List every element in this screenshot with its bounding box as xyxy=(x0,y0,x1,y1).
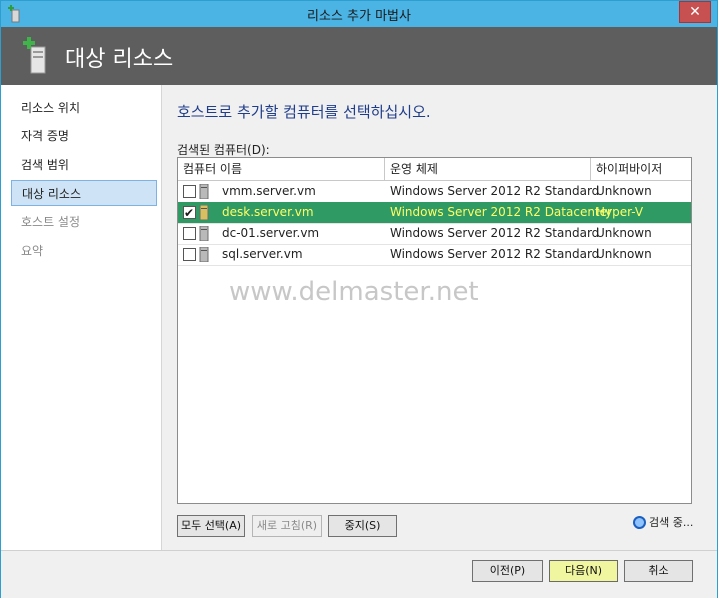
close-icon: ✕ xyxy=(689,4,701,20)
computer-name: dc-01.server.vm xyxy=(222,226,320,240)
step-discovery-scope[interactable]: 검색 범위 xyxy=(11,152,157,178)
column-computer-name[interactable]: 컴퓨터 이름 xyxy=(178,158,385,180)
operating-system: Windows Server 2012 R2 Datacenter xyxy=(390,205,612,219)
hypervisor: Unknown xyxy=(596,226,652,240)
page-title: 대상 리소스 xyxy=(65,47,174,72)
previous-button[interactable]: 이전(P) xyxy=(472,560,543,582)
close-button[interactable]: ✕ xyxy=(679,1,711,23)
instruction-text: 호스트로 추가할 컴퓨터를 선택하십시오. xyxy=(177,103,431,121)
operating-system: Windows Server 2012 R2 Standard xyxy=(390,226,600,240)
row-checkbox[interactable] xyxy=(183,227,196,240)
operating-system: Windows Server 2012 R2 Standard xyxy=(390,247,600,261)
title-bar[interactable]: 리소스 추가 마법사 ✕ xyxy=(1,1,717,27)
computer-name: vmm.server.vm xyxy=(222,184,316,198)
stop-button[interactable]: 중지(S) xyxy=(328,515,397,537)
list-header: 컴퓨터 이름 운영 체제 하이퍼바이저 xyxy=(178,158,691,181)
table-row[interactable]: dc-01.server.vm Windows Server 2012 R2 S… xyxy=(178,223,691,245)
wizard-header: 대상 리소스 xyxy=(1,27,717,85)
table-row[interactable]: vmm.server.vm Windows Server 2012 R2 Sta… xyxy=(178,181,691,203)
row-checkbox[interactable]: ✔ xyxy=(183,206,196,220)
computer-name: desk.server.vm xyxy=(222,205,314,219)
step-summary: 요약 xyxy=(21,244,44,258)
table-row[interactable]: ✔ desk.server.vm Windows Server 2012 R2 … xyxy=(178,202,691,224)
found-computers-label: 검색된 컴퓨터(D): xyxy=(177,143,270,157)
server-icon xyxy=(199,226,209,241)
step-resource-location[interactable]: 리소스 위치 xyxy=(11,95,157,121)
step-host-settings: 호스트 설정 xyxy=(21,215,81,229)
server-icon xyxy=(199,247,209,262)
check-icon: ✔ xyxy=(184,206,195,220)
row-checkbox[interactable] xyxy=(183,185,196,198)
column-hypervisor[interactable]: 하이퍼바이저 xyxy=(591,158,691,180)
cancel-button[interactable]: 취소 xyxy=(624,560,693,582)
wizard-steps: 리소스 위치 자격 증명 검색 범위 대상 리소스 호스트 설정 요약 xyxy=(1,85,162,550)
table-row[interactable]: sql.server.vm Windows Server 2012 R2 Sta… xyxy=(178,244,691,266)
column-os[interactable]: 운영 체제 xyxy=(385,158,591,180)
spinner-icon xyxy=(633,516,646,529)
main-panel: 호스트로 추가할 컴퓨터를 선택하십시오. 검색된 컴퓨터(D): 컴퓨터 이름… xyxy=(162,85,717,550)
wizard-window: 리소스 추가 마법사 ✕ 대상 리소스 리소스 위치 자격 증명 검색 범위 대… xyxy=(0,0,718,598)
refresh-button: 새로 고침(R) xyxy=(252,515,322,537)
search-status: 검색 중... xyxy=(633,514,693,530)
window-title: 리소스 추가 마법사 xyxy=(307,9,411,24)
hypervisor: Unknown xyxy=(596,247,652,261)
step-target-resources[interactable]: 대상 리소스 xyxy=(11,180,157,206)
next-button[interactable]: 다음(N) xyxy=(549,560,618,582)
hypervisor: Unknown xyxy=(596,184,652,198)
computer-list[interactable]: 컴퓨터 이름 운영 체제 하이퍼바이저 vmm.server.vm Window… xyxy=(177,157,692,504)
server-icon xyxy=(199,184,209,199)
step-credentials[interactable]: 자격 증명 xyxy=(11,123,157,149)
computer-name: sql.server.vm xyxy=(222,247,303,261)
row-checkbox[interactable] xyxy=(183,248,196,261)
server-add-icon xyxy=(23,37,46,74)
hypervisor: Hyper-V xyxy=(596,205,644,219)
watermark: www.delmaster.net xyxy=(229,277,479,307)
server-icon xyxy=(199,205,209,220)
wizard-footer: 이전(P) 다음(N) 취소 xyxy=(1,550,717,598)
operating-system: Windows Server 2012 R2 Standard xyxy=(390,184,600,198)
select-all-button[interactable]: 모두 선택(A) xyxy=(177,515,245,537)
